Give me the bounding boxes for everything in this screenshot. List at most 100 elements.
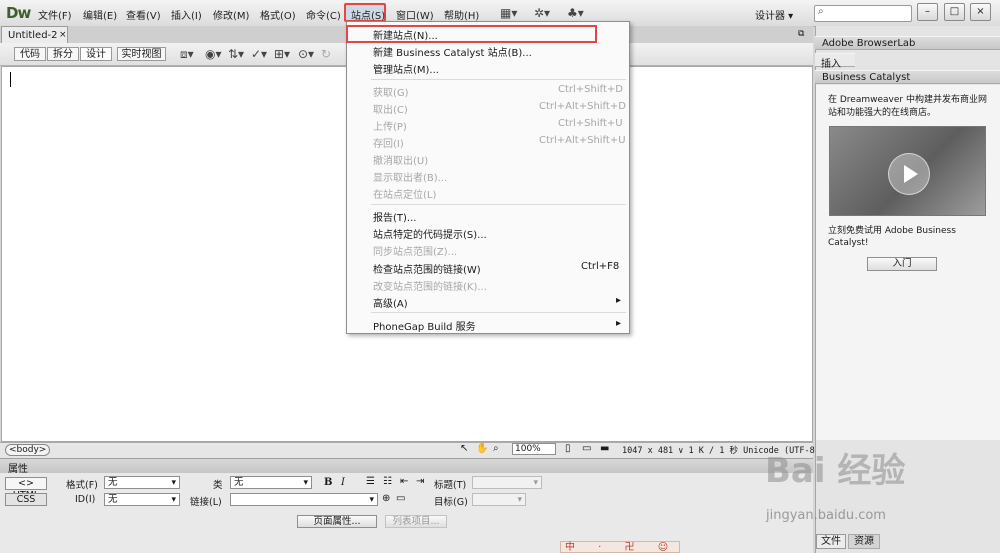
target-select[interactable] — [472, 493, 526, 506]
text-caret — [10, 72, 11, 87]
menu-item-change-links[interactable]: 改变站点范围的链接(K)... — [373, 278, 487, 293]
check-browser-icon[interactable]: ✓▾ — [251, 47, 267, 61]
menu-file[interactable]: 文件(F) — [38, 7, 72, 22]
outdent-icon[interactable]: ⇤ — [400, 476, 408, 487]
close-tab-icon[interactable]: × — [59, 30, 67, 40]
page-properties-button[interactable]: 页面属性... — [297, 515, 377, 528]
bc-title: Business Catalyst — [822, 72, 911, 83]
menu-edit[interactable]: 编辑(E) — [83, 7, 117, 22]
view-live-button[interactable]: 实时视图 — [117, 47, 166, 61]
view-design-button[interactable]: 设计 — [80, 47, 112, 61]
class-select[interactable]: 无 — [230, 476, 312, 489]
indent-icon[interactable]: ⇥ — [416, 476, 424, 487]
inspect-icon[interactable]: ⊙▾ — [298, 47, 314, 61]
properties-title-bar: 属性 — [0, 458, 813, 475]
baidu-url: jingyan.baidu.com — [766, 508, 886, 523]
menu-item-check-links[interactable]: 检查站点范围的链接(W) — [373, 261, 481, 276]
title-label: 标题(T) — [434, 480, 467, 491]
visual-aids-icon[interactable]: ⊞▾ — [274, 47, 290, 61]
insert-panel-tab[interactable]: 插入 — [815, 53, 855, 70]
view-code-button[interactable]: 代码 — [14, 47, 46, 61]
zoom-select[interactable]: 100% — [512, 443, 556, 455]
menu-commands[interactable]: 命令(C) — [306, 7, 341, 22]
ordered-list-icon[interactable]: ☷ — [383, 476, 392, 487]
refresh-icon[interactable]: ↻ — [321, 47, 331, 61]
italic-button[interactable]: I — [341, 477, 345, 488]
restore-icon[interactable]: ⧉ — [798, 29, 804, 39]
menu-modify[interactable]: 修改(M) — [213, 7, 249, 22]
layout-icon[interactable]: ▦▾ — [500, 6, 517, 20]
bc-get-started-button[interactable]: 入门 — [867, 257, 937, 271]
ime-toolbar[interactable]: 中 · 卍 ☺ — [560, 541, 680, 553]
hand-tool-icon[interactable]: ✋ — [476, 443, 488, 454]
insert-title: 插入 — [821, 59, 841, 70]
menu-insert[interactable]: 插入(I) — [171, 7, 202, 22]
id-label: ID(I) — [75, 494, 96, 505]
menu-item-get[interactable]: 获取(G) — [373, 84, 409, 99]
menu-window[interactable]: 窗口(W) — [396, 7, 434, 22]
shortcut-put: Ctrl+Shift+U — [558, 118, 623, 129]
shortcut-checkin: Ctrl+Alt+Shift+U — [539, 135, 626, 146]
bc-try-text: 立刻免费试用 Adobe Business Catalyst! — [828, 226, 956, 248]
search-input[interactable]: ⌕ — [814, 5, 912, 22]
menu-item-phonegap[interactable]: PhoneGap Build 服务 — [373, 318, 476, 333]
menu-item-checkout[interactable]: 取出(C) — [373, 101, 408, 116]
menu-item-manage-sites[interactable]: 管理站点(M)... — [373, 61, 439, 76]
search-icon: ⌕ — [818, 6, 824, 17]
menu-item-checkin[interactable]: 存回(I) — [373, 135, 404, 150]
menu-item-locate-in-site[interactable]: 在站点定位(L) — [373, 186, 436, 201]
zoom-tool-icon[interactable]: ⌕ — [493, 443, 499, 454]
list-item-button[interactable]: 列表项目... — [385, 515, 447, 528]
menu-item-sync-sitewide[interactable]: 同步站点范围(Z)... — [373, 243, 457, 258]
view-split-button[interactable]: 拆分 — [47, 47, 79, 61]
bc-video-thumbnail[interactable] — [829, 126, 986, 216]
menu-site[interactable]: 站点(S) — [351, 7, 385, 22]
gear-icon[interactable]: ✲▾ — [534, 6, 550, 20]
menu-item-advanced[interactable]: 高级(A) — [373, 295, 408, 310]
menu-view[interactable]: 查看(V) — [126, 7, 161, 22]
class-label: 类 — [213, 480, 223, 491]
menu-item-put[interactable]: 上传(P) — [373, 118, 407, 133]
shortcut-get: Ctrl+Shift+D — [558, 84, 623, 95]
mobile-size-icon[interactable]: ▯ — [565, 443, 571, 454]
bold-button[interactable]: B — [324, 477, 332, 488]
file-management-icon[interactable]: ⇅▾ — [228, 47, 244, 61]
desktop-size-icon[interactable]: ▬ — [600, 443, 609, 454]
menu-help[interactable]: 帮助(H) — [444, 7, 479, 22]
browserlab-panel-header[interactable]: Adobe BrowserLab — [815, 36, 1000, 50]
format-select[interactable]: 无 — [104, 476, 180, 489]
menu-item-new-bc-site[interactable]: 新建 Business Catalyst 站点(B)... — [373, 44, 532, 59]
close-button[interactable]: × — [970, 3, 991, 21]
menu-item-code-hints[interactable]: 站点特定的代码提示(S)... — [373, 226, 487, 241]
point-to-file-icon[interactable]: ⊕ — [382, 493, 390, 504]
minimize-button[interactable]: – — [917, 3, 938, 21]
menu-item-undo-checkout[interactable]: 撤消取出(U) — [373, 152, 428, 167]
play-icon — [888, 153, 930, 195]
multiscreen-icon[interactable]: ⧈▾ — [180, 47, 194, 62]
maximize-button[interactable]: □ — [944, 3, 965, 21]
target-label: 目标(G) — [434, 497, 468, 508]
html-mode-button[interactable]: <> HTML — [5, 477, 47, 501]
link-input[interactable] — [230, 493, 378, 506]
assets-panel-tab[interactable]: 资源 — [848, 534, 880, 549]
tag-selector-body[interactable]: <body> — [5, 444, 51, 456]
bc-panel-header[interactable]: Business Catalyst — [815, 70, 1000, 84]
id-select[interactable]: 无 — [104, 493, 180, 506]
preview-icon[interactable]: ◉▾ — [205, 47, 222, 61]
baidu-watermark: Bai 经验 — [765, 451, 906, 491]
browse-folder-icon[interactable]: ▭ — [396, 493, 405, 504]
site-map-icon[interactable]: ♣▾ — [567, 6, 584, 20]
menu-separator — [371, 204, 626, 205]
unordered-list-icon[interactable]: ☰ — [366, 476, 375, 487]
select-tool-icon[interactable]: ↖ — [460, 443, 468, 454]
document-tab[interactable]: Untitled-2 × — [1, 26, 68, 43]
files-panel-tab[interactable]: 文件 — [816, 534, 846, 549]
tablet-size-icon[interactable]: ▭ — [582, 443, 591, 454]
workspace-switcher[interactable]: 设计器 ▾ — [755, 7, 793, 22]
title-input[interactable] — [472, 476, 542, 489]
menu-format[interactable]: 格式(O) — [260, 7, 296, 22]
css-mode-button[interactable]: CSS — [5, 493, 47, 506]
menu-item-reports[interactable]: 报告(T)... — [373, 209, 416, 224]
menu-item-show-checked-out[interactable]: 显示取出者(B)... — [373, 169, 447, 184]
document-tab-title: Untitled-2 — [8, 30, 58, 41]
